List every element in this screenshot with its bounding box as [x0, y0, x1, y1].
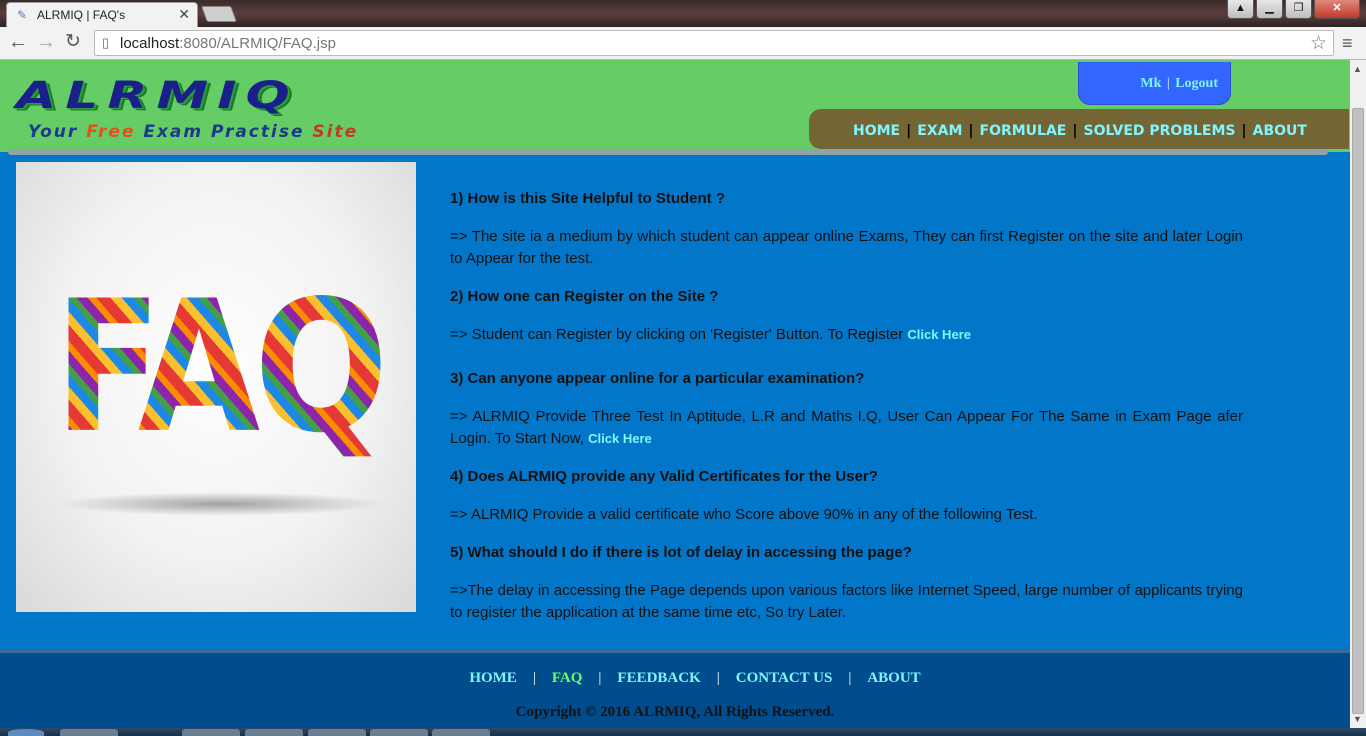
url-text[interactable]: localhost:8080/ALRMIQ/FAQ.jsp [120, 35, 336, 52]
faq-question: 3) Can anyone appear online for a partic… [450, 370, 865, 387]
menu-icon[interactable]: ≡ [1342, 33, 1353, 54]
site-footer: HOME | FAQ | FEEDBACK | CONTACT US | ABOUT Copyr… [0, 650, 1350, 728]
logo-wordmark: ALRMIQ [16, 74, 299, 118]
footer-feedback-link[interactable]: FEEDBACK [617, 670, 700, 686]
nav-solved-problems[interactable]: SOLVED PROBLEMS [1084, 123, 1236, 139]
faq-answer: => ALRMIQ Provide Three Test In Aptitude… [450, 408, 1243, 447]
nav-formulae[interactable]: FORMULAE [980, 123, 1067, 139]
taskbar-item[interactable] [432, 729, 490, 736]
faq-question: 4) Does ALRMIQ provide any Valid Certifi… [450, 468, 878, 485]
nav-separator: | [1241, 123, 1247, 139]
faq-image-shadow [56, 492, 386, 516]
user-name[interactable]: Mk [1140, 76, 1161, 91]
footer-separator: | [716, 670, 720, 686]
address-bar[interactable]: ▯ localhost:8080/ALRMIQ/FAQ.jsp ☆ [94, 30, 1334, 56]
faq-image: FAQ [16, 162, 416, 612]
footer-faq-link[interactable]: FAQ [552, 670, 583, 686]
bookmark-star-icon[interactable]: ☆ [1310, 32, 1327, 55]
page-icon: ▯ [102, 35, 110, 50]
faq-list: 1) How is this Site Helpful to Student ?… [450, 188, 1243, 640]
faq-image-text: FAQ [54, 262, 388, 474]
scroll-up-icon[interactable]: ▲ [1353, 64, 1362, 74]
faq-answer: => Student can Register by clicking on '… [450, 326, 971, 343]
footer-home-link[interactable]: HOME [469, 670, 517, 686]
start-now-click-here-link[interactable]: Click Here [588, 431, 652, 446]
tab-close-icon[interactable]: ✕ [178, 6, 190, 23]
user-box: Mk | Logout [1078, 62, 1231, 105]
footer-about-link[interactable]: ABOUT [867, 670, 920, 686]
user-separator: | [1166, 76, 1170, 91]
logo-tagline: Your Free Exam Practise Site [28, 122, 359, 142]
new-tab-button[interactable] [201, 6, 237, 22]
nav-separator: | [906, 123, 912, 139]
tab-title: ALRMIQ | FAQ's [37, 8, 126, 22]
faq-question: 1) How is this Site Helpful to Student ? [450, 190, 726, 207]
faq-answer: =>The delay in accessing the Page depend… [450, 582, 1243, 621]
page-scrollbar[interactable]: ▲ ▼ [1350, 60, 1366, 728]
taskbar-item[interactable] [60, 729, 118, 736]
browser-tab[interactable]: ✎ ALRMIQ | FAQ's ✕ [6, 2, 198, 27]
nav-about[interactable]: ABOUT [1253, 123, 1307, 139]
footer-contact-link[interactable]: CONTACT US [736, 670, 833, 686]
back-arrow-icon[interactable]: ← [8, 31, 28, 53]
forward-arrow-icon[interactable]: → [36, 31, 56, 53]
main-nav: HOME | EXAM | FORMULAE | SOLVED PROBLEMS | ABOUT [809, 109, 1349, 149]
footer-nav: HOME | FAQ | FEEDBACK | CONTACT US | ABOUT [0, 670, 1350, 687]
taskbar-item[interactable] [370, 729, 428, 736]
site-header: ALRMIQ Your Free Exam Practise Site Mk |… [0, 60, 1350, 152]
taskbar-item[interactable] [308, 729, 366, 736]
page-favicon-icon: ✎ [17, 8, 28, 22]
register-click-here-link[interactable]: Click Here [907, 327, 971, 342]
start-button[interactable] [8, 729, 44, 736]
nav-home[interactable]: HOME [853, 123, 900, 139]
nav-separator: | [1072, 123, 1078, 139]
copyright-text: Copyright © 2016 ALRMIQ, All Rights Rese… [515, 704, 835, 720]
header-divider [8, 149, 1328, 155]
faq-question: 2) How one can Register on the Site ? [450, 288, 719, 305]
browser-tab-strip: ✎ ALRMIQ | FAQ's ✕ ▲ ▁ ❐ ✕ [0, 0, 1366, 27]
footer-separator: | [848, 670, 852, 686]
taskbar-item[interactable] [245, 729, 303, 736]
site-logo[interactable]: ALRMIQ Your Free Exam Practise Site [14, 74, 524, 142]
window-controls: ▲ ▁ ❐ ✕ [1225, 0, 1360, 19]
reload-icon[interactable]: ↻ [65, 31, 81, 53]
os-taskbar [0, 728, 1366, 736]
faq-question: 5) What should I do if there is lot of d… [450, 544, 912, 561]
maximize-button[interactable]: ❐ [1285, 0, 1312, 19]
logout-link[interactable]: Logout [1175, 76, 1218, 91]
footer-separator: | [532, 670, 536, 686]
minimize-button[interactable]: ▁ [1256, 0, 1283, 19]
nav-exam[interactable]: EXAM [917, 123, 962, 139]
user-switch-icon[interactable]: ▲ [1227, 0, 1254, 19]
scroll-down-icon[interactable]: ▼ [1353, 714, 1362, 724]
close-window-button[interactable]: ✕ [1314, 0, 1360, 19]
faq-answer: => The site ia a medium by which student… [450, 228, 1243, 267]
footer-separator: | [598, 670, 602, 686]
page-viewport: ALRMIQ Your Free Exam Practise Site Mk |… [0, 60, 1350, 728]
faq-answer: => ALRMIQ Provide a valid certificate wh… [450, 506, 1038, 523]
scroll-thumb[interactable] [1352, 108, 1364, 714]
taskbar-item[interactable] [182, 729, 240, 736]
nav-separator: | [968, 123, 974, 139]
browser-toolbar: ← → ↻ ▯ localhost:8080/ALRMIQ/FAQ.jsp ☆ … [0, 27, 1366, 60]
